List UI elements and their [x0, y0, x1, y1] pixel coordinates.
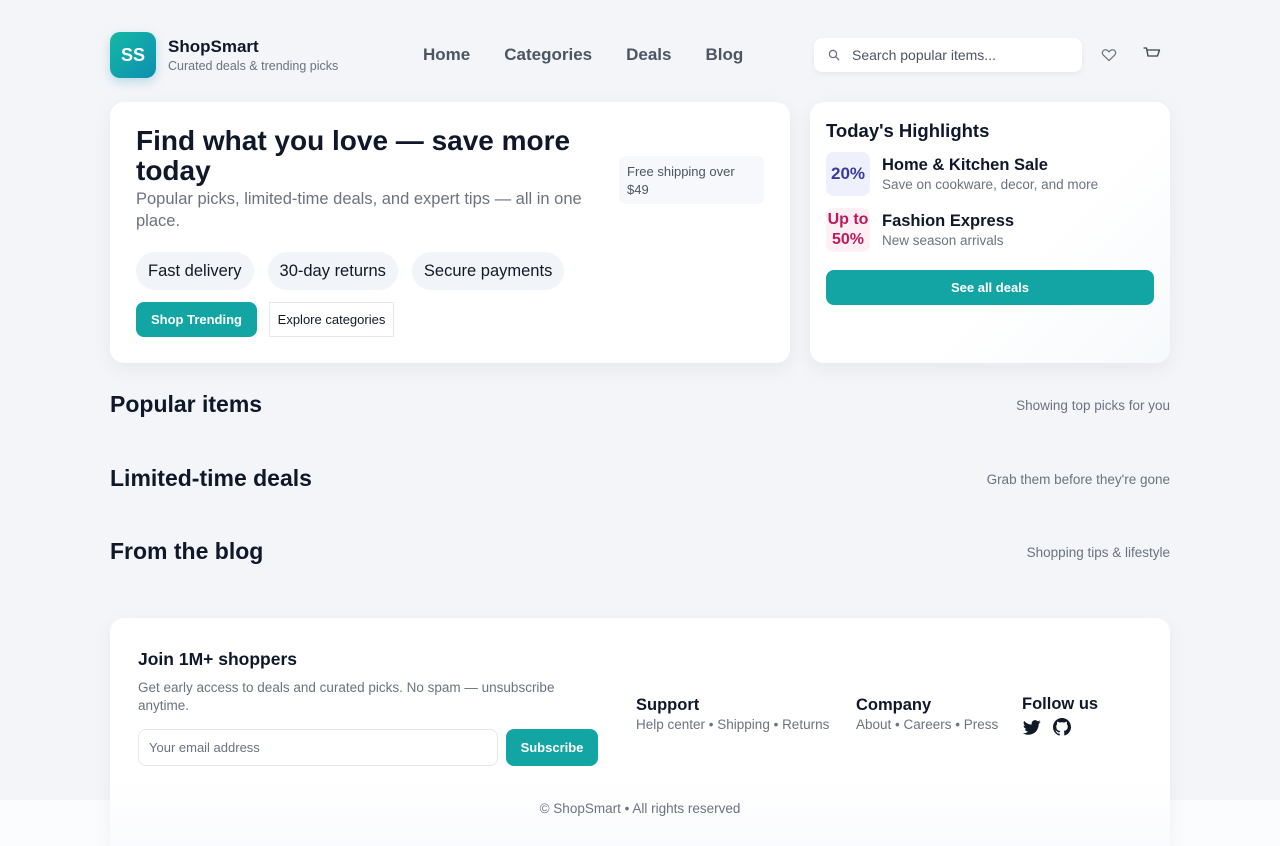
footer-col-title: Company: [856, 696, 932, 714]
email-input[interactable]: [138, 729, 498, 766]
see-all-deals-button[interactable]: See all deals: [826, 270, 1154, 305]
subscribe-button[interactable]: Subscribe: [506, 729, 598, 766]
link-shipping[interactable]: Shipping: [717, 717, 770, 732]
section-title: Popular items: [110, 391, 263, 417]
discount-badge: Up to 50%: [826, 208, 870, 252]
highlight-desc: New season arrivals: [882, 233, 1004, 248]
newsletter-desc: Get early access to deals and curated pi…: [138, 680, 555, 713]
footer-support: Support Help center • Shipping • Returns: [636, 696, 830, 732]
chip-secure-payments: Secure payments: [411, 252, 565, 290]
link-careers[interactable]: Careers: [904, 717, 952, 732]
section-title: Limited-time deals: [110, 465, 312, 491]
hero-subtitle: Popular picks, limited-time deals, and e…: [136, 190, 582, 230]
search-bar: [814, 38, 1082, 72]
chip-fast-delivery: Fast delivery: [136, 252, 254, 290]
site-footer: Join 1M+ shoppers Get early access to de…: [110, 618, 1170, 846]
link-help-center[interactable]: Help center: [636, 717, 705, 732]
section-note: Grab them before they're gone: [986, 472, 1170, 487]
cart-button[interactable]: [1143, 44, 1161, 62]
twitter-icon[interactable]: [1022, 717, 1042, 737]
section-limited-deals: Limited-time deals Grab them before they…: [110, 465, 1170, 495]
wishlist-button[interactable]: [1100, 46, 1118, 64]
search-input[interactable]: [852, 47, 1072, 63]
footer-follow: Follow us: [1022, 695, 1098, 737]
section-title: From the blog: [110, 538, 264, 564]
nav-categories[interactable]: Categories: [504, 45, 592, 65]
section-blog: From the blog Shopping tips & lifestyle: [110, 538, 1170, 568]
link-press[interactable]: Press: [964, 717, 999, 732]
nav-blog[interactable]: Blog: [705, 45, 743, 65]
copyright: © ShopSmart • All rights reserved: [539, 801, 741, 816]
explore-categories-button[interactable]: Explore categories: [269, 302, 394, 337]
highlight-item[interactable]: Up to 50% Fashion Express New season arr…: [826, 208, 1156, 252]
search-icon: [828, 49, 840, 61]
hero-card: Find what you love — save more today Pop…: [110, 102, 790, 363]
section-note: Showing top picks for you: [1016, 398, 1170, 413]
shipping-note: Free shipping over $49: [619, 156, 764, 204]
discount-badge: 20%: [826, 152, 870, 196]
highlights-card: Today's Highlights 20% Home & Kitchen Sa…: [810, 102, 1170, 363]
footer-col-title: Support: [636, 696, 700, 714]
feature-chips: Fast delivery 30-day returns Secure paym…: [136, 252, 565, 290]
link-returns[interactable]: Returns: [782, 717, 829, 732]
nav-home[interactable]: Home: [423, 45, 470, 65]
brand-tagline: Curated deals & trending picks: [168, 59, 339, 73]
heart-icon: [1101, 49, 1117, 62]
main-nav: Home Categories Deals Blog: [423, 45, 743, 65]
highlight-item[interactable]: 20% Home & Kitchen Sale Save on cookware…: [826, 152, 1156, 196]
hero-title: Find what you love — save more today: [136, 125, 571, 186]
link-about[interactable]: About: [856, 717, 891, 732]
newsletter-title: Join 1M+ shoppers: [138, 649, 297, 669]
highlight-name: Home & Kitchen Sale: [882, 156, 1048, 174]
cart-icon: [1143, 47, 1161, 57]
github-icon[interactable]: [1052, 717, 1072, 737]
site-header: SS ShopSmart Curated deals & trending pi…: [110, 32, 1170, 78]
brand-name: ShopSmart: [168, 37, 259, 56]
logo[interactable]: SS: [110, 32, 156, 78]
highlight-name: Fashion Express: [882, 212, 1015, 230]
highlights-title: Today's Highlights: [826, 120, 990, 141]
shop-trending-button[interactable]: Shop Trending: [136, 302, 257, 337]
nav-deals[interactable]: Deals: [626, 45, 671, 65]
footer-col-title: Follow us: [1022, 695, 1099, 713]
chip-returns: 30-day returns: [267, 252, 398, 290]
section-popular-items: Popular items Showing top picks for you: [110, 391, 1170, 421]
section-note: Shopping tips & lifestyle: [1026, 545, 1170, 560]
highlight-desc: Save on cookware, decor, and more: [882, 177, 1099, 192]
footer-company: Company About • Careers • Press: [856, 696, 999, 732]
